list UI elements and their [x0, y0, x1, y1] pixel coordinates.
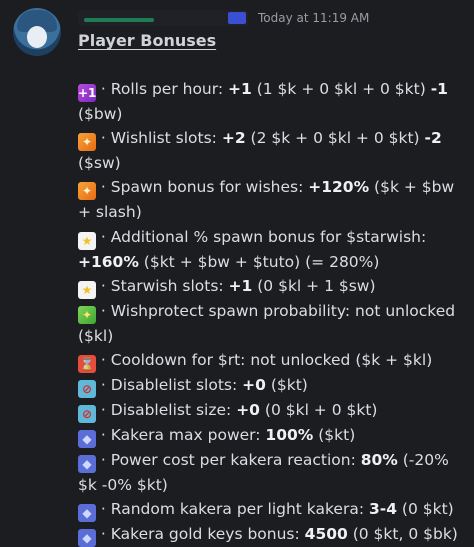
bonus-text: · Rolls per hour: — [96, 80, 229, 98]
bonus-text: · Kakera max power: — [96, 426, 266, 445]
bonus-text: · Spawn bonus for wishes: — [96, 178, 309, 197]
bonus-text: (0 $kl + 1 $sw) — [252, 276, 376, 295]
bonus-value: -1 — [430, 80, 448, 98]
bonus-line: ⊘ · Disablelist slots: +0 ($kt) — [78, 373, 462, 399]
bonus-text: (0 $kt) — [397, 500, 454, 519]
bonus-line: ⊘ · Disablelist size: +0 (0 $kl + 0 $kt) — [78, 398, 462, 424]
bonus-value: +1 — [228, 276, 253, 295]
no-entry-icon: ⊘ — [78, 405, 96, 424]
star-icon: ★ — [78, 231, 96, 250]
bonus-value: 4500 — [304, 525, 348, 544]
kakera-icon: ◆ — [78, 529, 96, 547]
bonus-line: ✦ · Wishlist slots: +2 (2 $k + 0 $kl + 0… — [78, 126, 462, 175]
bonus-value: -2 — [424, 129, 442, 148]
kakera-icon: ◆ — [78, 455, 96, 474]
bonus-line: ◆ · Random kakera per light kakera: 3-4 … — [78, 497, 462, 523]
bonus-text: · Disablelist size: — [96, 401, 237, 420]
bonus-line: ◆ · Kakera max power: 100% ($kt) — [78, 423, 462, 449]
bonus-line: ✦ · Wishprotect spawn probability: not u… — [78, 299, 462, 348]
bonus-text: (1 $k + 0 $kl + 0 $kt) — [251, 80, 431, 98]
kakera-icon: ◆ — [78, 430, 96, 449]
bonus-value: +160% — [78, 252, 139, 271]
timestamp: Today at 11:19 AM — [258, 11, 370, 25]
wishlist-icon: ✦ — [78, 133, 96, 152]
redacted-username[interactable] — [78, 10, 248, 26]
bonus-line: ◆ · Power cost per kakera reaction: 80% … — [78, 448, 462, 497]
bonus-value: +0 — [236, 401, 260, 420]
bonus-value: 100% — [265, 426, 314, 445]
bonus-text: · Additional % spawn bonus for $starwish… — [96, 227, 432, 246]
bonus-line: ◆ · Kakera gold keys bonus: 4500 (0 $kt,… — [78, 522, 462, 547]
bonus-value: +0 — [242, 376, 266, 395]
wishlist-icon: ✦ — [78, 182, 96, 201]
kakera-icon: ◆ — [78, 504, 96, 523]
no-entry-icon: ⊘ — [78, 380, 96, 399]
bonus-value: +1 — [228, 80, 252, 98]
bonus-line: ★ · Additional % spawn bonus for $starwi… — [78, 225, 462, 274]
wishprotect-icon: ✦ — [78, 305, 96, 324]
bonus-text: ($kt) — [265, 376, 308, 395]
star-icon: ★ — [78, 280, 96, 299]
plus-one-icon: +1 — [78, 84, 97, 102]
bonus-list: +1 · Rolls per hour: +1 (1 $k + 0 $kl + … — [78, 77, 462, 547]
page-title: Player Bonuses — [78, 31, 217, 50]
bonus-text: · Power cost per kakera reaction: — [96, 451, 361, 470]
hourglass-icon: ⌛ — [78, 355, 96, 374]
bonus-text: ($kt) — [313, 426, 356, 445]
bonus-value: +120% — [308, 178, 370, 197]
bonus-text: ($kt + $bw + $tuto) (= 280%) — [138, 252, 380, 271]
bonus-text: · Cooldown for $rt: not unlocked ($k + $… — [96, 351, 433, 370]
bonus-text: · Wishprotect spawn probability: not unl… — [78, 301, 461, 345]
bonus-text: (0 $kt, 0 $bk) — [347, 525, 458, 544]
bonus-text: · Kakera gold keys bonus: — [96, 525, 305, 544]
bonus-line: ✦ · Spawn bonus for wishes: +120% ($k + … — [78, 175, 462, 224]
avatar[interactable] — [13, 8, 61, 56]
bonus-text: (0 $kl + 0 $kt) — [259, 401, 378, 420]
bonus-text: · Random kakera per light kakera: — [96, 500, 369, 519]
bonus-value: 80% — [360, 451, 398, 470]
avatar-face — [27, 26, 47, 48]
bonus-text: (2 $k + 0 $kl + 0 $kt) — [245, 129, 425, 148]
bonus-value: 3-4 — [368, 500, 397, 519]
bonus-line: ⌛ · Cooldown for $rt: not unlocked ($k +… — [78, 348, 462, 374]
bonus-text: · Starwish slots: — [96, 276, 229, 295]
bonus-text: · Disablelist slots: — [96, 376, 243, 395]
bonus-value: +2 — [221, 129, 246, 148]
bonus-line: ★ · Starwish slots: +1 (0 $kl + 1 $sw) — [78, 274, 462, 299]
bonus-text: · Wishlist slots: — [96, 129, 222, 148]
bonus-line: +1 · Rolls per hour: +1 (1 $k + 0 $kl + … — [78, 77, 462, 126]
message-header: Today at 11:19 AM — [78, 8, 369, 28]
